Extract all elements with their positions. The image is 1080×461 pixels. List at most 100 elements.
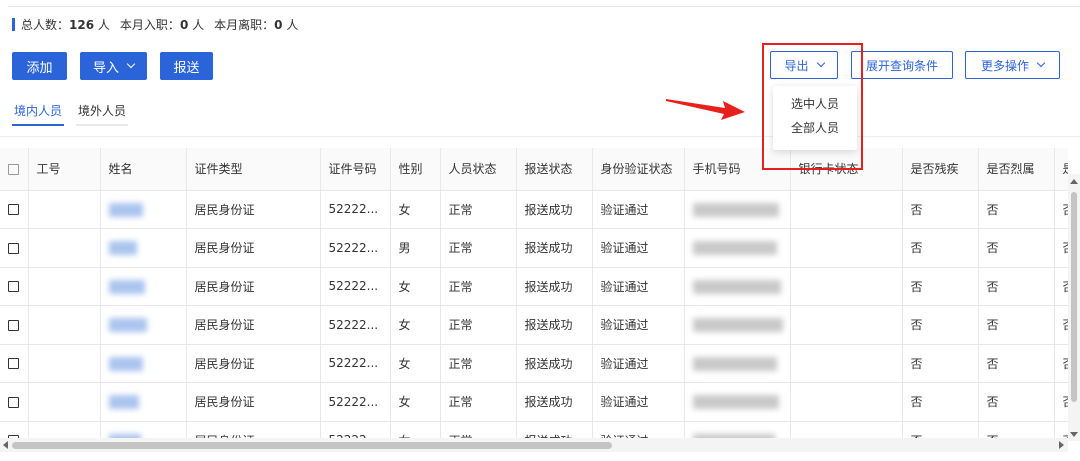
column-header: 是否残疾: [902, 148, 979, 191]
row-select-cell[interactable]: [0, 267, 29, 306]
column-header: 人员状态: [440, 148, 517, 191]
cell-gender: 女: [390, 190, 441, 229]
cell-phone: [684, 382, 791, 422]
scroll-right-icon[interactable]: [1059, 441, 1064, 449]
export-menu-item-selected[interactable]: 选中人员: [773, 92, 857, 116]
column-header: 是: [1054, 148, 1068, 191]
cell-extra: 否: [1054, 190, 1068, 229]
cell-verify-status: 验证通过: [592, 267, 685, 306]
cell-disabled: 否: [902, 421, 979, 438]
expand-query-button[interactable]: 展开查询条件: [851, 51, 953, 79]
cell-report-status: 报送成功: [516, 267, 593, 306]
cell-id-type: 居民身份证: [186, 421, 321, 438]
row-select-cell[interactable]: [0, 228, 29, 268]
horizontal-scroll-thumb[interactable]: [12, 442, 612, 449]
chevron-down-icon: [816, 58, 825, 68]
row-select-cell[interactable]: [0, 382, 29, 422]
cell-bank-card-status: [790, 382, 903, 422]
cell-name: [100, 382, 187, 422]
region-tabs: 境内人员 境外人员: [12, 98, 140, 126]
tab-overseas[interactable]: 境外人员: [76, 98, 129, 126]
cell-name: [100, 228, 187, 268]
stat-total-value: 126: [69, 17, 95, 32]
redacted-name: [108, 279, 145, 294]
table-row[interactable]: 居民身份证52222...女正常报送成功验证通过否否否: [0, 382, 1068, 422]
column-header: 证件类型: [186, 148, 321, 191]
row-select-cell[interactable]: [0, 190, 29, 229]
vertical-scroll-thumb[interactable]: [1071, 192, 1077, 402]
row-checkbox[interactable]: [8, 319, 19, 331]
cell-extra: 否: [1054, 421, 1068, 438]
cell-phone: [684, 421, 791, 438]
select-all-checkbox[interactable]: [8, 163, 19, 175]
stat-left-value: 0: [274, 17, 283, 32]
cell-employee-no: [28, 382, 101, 422]
cell-gender: 女: [390, 267, 441, 306]
cell-verify-status: 验证通过: [592, 190, 685, 229]
cell-status: 正常: [440, 228, 517, 268]
more-actions-label: 更多操作: [980, 58, 1029, 73]
row-select-cell[interactable]: [0, 344, 29, 383]
stat-hired-unit: 人: [192, 18, 205, 32]
report-button[interactable]: 报送: [160, 52, 213, 80]
table-row[interactable]: 居民身份证52222...男正常报送成功验证通过否否否: [0, 228, 1068, 268]
cell-id-type: 居民身份证: [186, 228, 321, 268]
stats-accent-bar: [12, 18, 15, 31]
table-row[interactable]: 居民身份证52222...女正常报送成功验证通过否否否: [0, 305, 1068, 345]
table-row[interactable]: 居民身份证52222...女正常报送成功验证通过否否否: [0, 344, 1068, 383]
top-divider: [8, 6, 1080, 7]
cell-name: [100, 344, 187, 383]
cell-id-number: 52222...: [320, 344, 391, 383]
cell-report-status: 报送成功: [516, 228, 593, 268]
scroll-up-icon[interactable]: [1070, 179, 1078, 184]
header-select-all[interactable]: [0, 148, 29, 191]
cell-disabled: 否: [902, 344, 979, 383]
row-checkbox[interactable]: [8, 204, 19, 216]
scroll-left-icon[interactable]: [3, 441, 8, 449]
cell-bank-card-status: [790, 190, 903, 229]
table-row[interactable]: 居民身份证52222...女正常报送成功验证通过否否否: [0, 267, 1068, 306]
export-dropdown-button[interactable]: 导出: [770, 51, 838, 79]
cell-verify-status: 验证通过: [592, 305, 685, 345]
redacted-name: [108, 318, 147, 332]
stat-hired-value: 0: [179, 17, 189, 32]
more-actions-button[interactable]: 更多操作: [965, 51, 1060, 79]
column-header: 手机号码: [684, 148, 791, 191]
cell-extra: 否: [1054, 344, 1068, 383]
red-arrow-annotation-icon: [666, 99, 745, 120]
cell-disabled: 否: [902, 267, 979, 306]
row-select-cell[interactable]: [0, 421, 29, 438]
row-checkbox[interactable]: [8, 358, 19, 370]
row-checkbox[interactable]: [8, 396, 19, 408]
tab-domestic[interactable]: 境内人员: [12, 98, 65, 126]
export-menu-item-all[interactable]: 全部人员: [773, 116, 857, 140]
cell-extra: 否: [1054, 267, 1068, 306]
scroll-down-icon[interactable]: [1070, 432, 1078, 437]
cell-martyr-family: 否: [978, 421, 1055, 438]
cell-id-type: 居民身份证: [186, 382, 321, 422]
row-checkbox[interactable]: [8, 242, 19, 254]
cell-status: 正常: [440, 421, 517, 438]
import-dropdown-button[interactable]: 导入: [80, 52, 147, 80]
row-checkbox[interactable]: [8, 281, 19, 293]
cell-gender: 女: [390, 382, 441, 422]
employee-stats: 总人数： 126 人 本月入职： 0 人 本月离职： 0 人: [12, 17, 298, 32]
row-select-cell[interactable]: [0, 305, 29, 345]
table-row[interactable]: 居民身份证52222...女正常报送成功验证通过否否否: [0, 190, 1068, 229]
redacted-name: [108, 395, 139, 409]
cell-report-status: 报送成功: [516, 190, 593, 229]
horizontal-scrollbar[interactable]: [0, 438, 1068, 452]
table-row[interactable]: 居民身份证52222...女正常报送成功验证通过否否否: [0, 421, 1068, 438]
cell-employee-no: [28, 344, 101, 383]
stat-hired-label: 本月入职：: [119, 18, 180, 32]
cell-martyr-family: 否: [978, 190, 1055, 229]
cell-report-status: 报送成功: [516, 382, 593, 422]
vertical-scrollbar[interactable]: [1068, 174, 1080, 441]
employee-table: 工号 姓名 证件类型 证件号码 性别 人员状态 报送状态 身份验证状态 手机号码…: [0, 148, 1068, 438]
add-button[interactable]: 添加: [12, 52, 67, 80]
redacted-phone: [692, 202, 779, 217]
column-header: 证件号码: [320, 148, 391, 191]
cell-disabled: 否: [902, 382, 979, 422]
cell-id-number: 52222...: [320, 305, 391, 345]
cell-phone: [684, 267, 791, 306]
